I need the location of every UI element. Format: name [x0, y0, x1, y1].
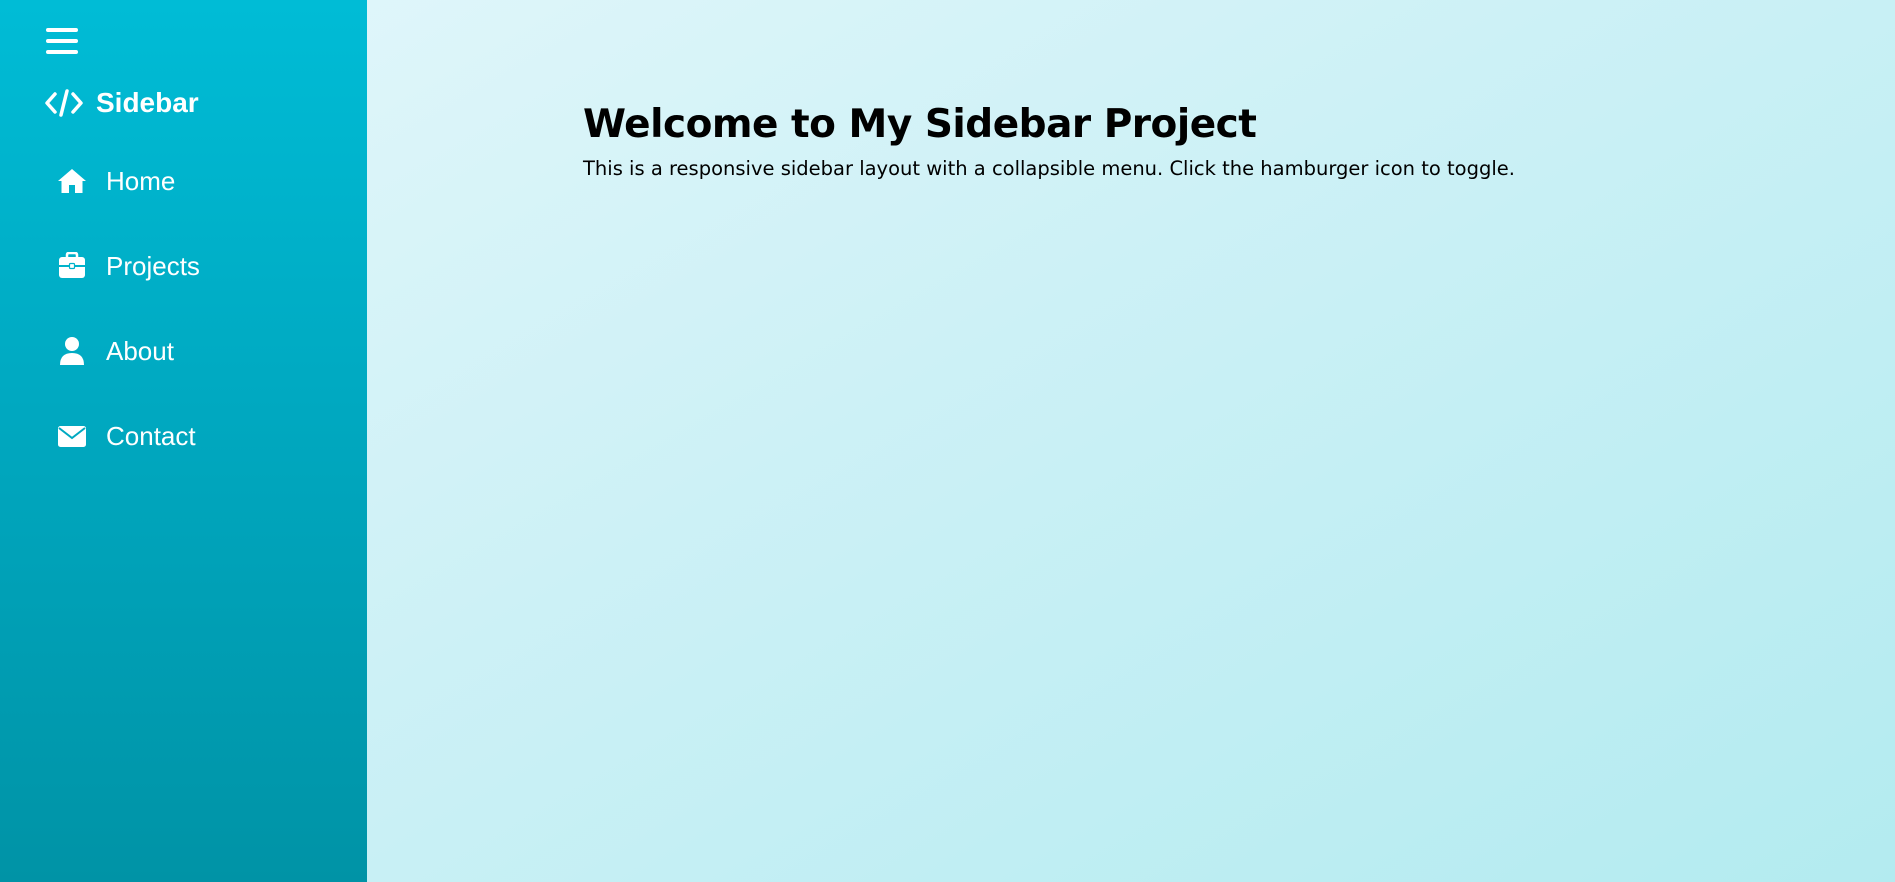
sidebar-item-projects[interactable]: Projects	[44, 240, 344, 292]
hamburger-icon[interactable]	[44, 25, 80, 59]
sidebar-title: Sidebar	[96, 87, 199, 118]
user-icon	[44, 325, 100, 377]
page-title: Welcome to My Sidebar Project	[583, 102, 1257, 147]
main-content: Welcome to My Sidebar Project This is a …	[583, 96, 1833, 184]
sidebar-item-label: Contact	[106, 420, 196, 451]
page-description: This is a responsive sidebar layout with…	[583, 157, 1515, 180]
sidebar-item-about[interactable]: About	[44, 325, 344, 377]
sidebar-item-label: Home	[106, 165, 176, 196]
code-icon	[44, 88, 84, 118]
briefcase-icon	[44, 240, 100, 292]
home-icon	[44, 155, 100, 207]
sidebar-item-home[interactable]: Home	[44, 155, 344, 207]
sidebar-item-label: About	[106, 335, 174, 366]
sidebar: Sidebar Home Projects About Contact	[0, 0, 367, 882]
envelope-icon	[44, 410, 100, 462]
sidebar-item-contact[interactable]: Contact	[44, 410, 344, 462]
sidebar-brand: Sidebar	[44, 85, 199, 121]
sidebar-item-label: Projects	[106, 250, 200, 281]
